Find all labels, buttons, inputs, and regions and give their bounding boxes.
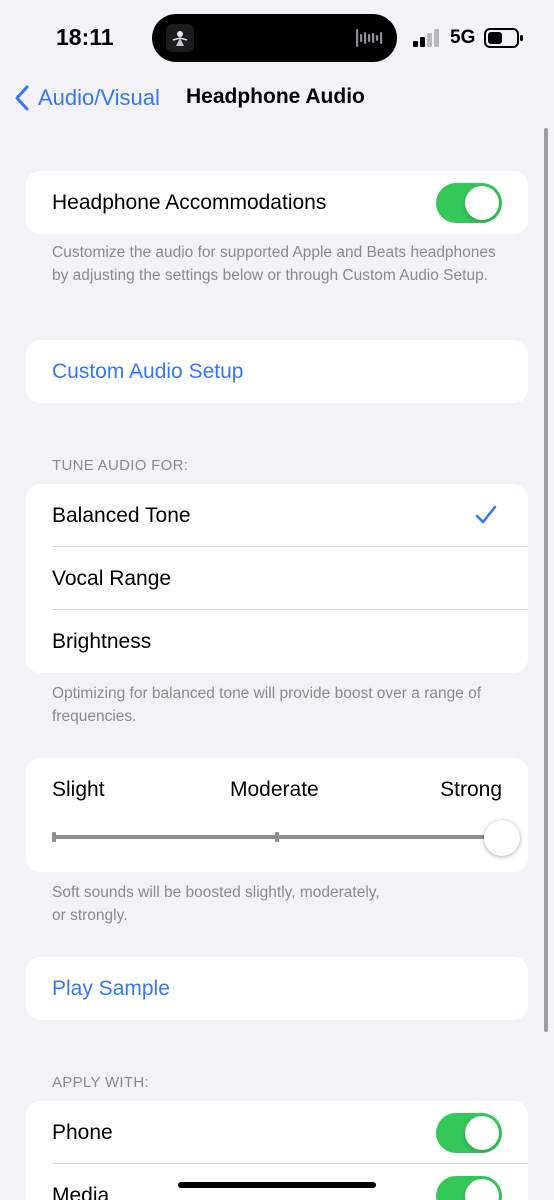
custom-setup-card: Custom Audio Setup: [26, 340, 528, 403]
scrollbar[interactable]: [544, 128, 548, 1032]
tune-header: TUNE AUDIO FOR:: [52, 457, 189, 474]
boost-slider-card: Slight Moderate Strong: [26, 758, 528, 872]
apply-phone-label: Phone: [52, 1120, 113, 1144]
back-button-label: Audio/Visual: [38, 85, 160, 110]
accommodations-row: Headphone Accommodations: [26, 171, 528, 234]
toggle-knob: [465, 1179, 499, 1200]
slider-label-strong: Strong: [440, 778, 502, 801]
home-indicator[interactable]: [178, 1182, 376, 1188]
accommodations-footer: Customize the audio for supported Apple …: [52, 244, 496, 284]
now-playing-artwork-icon: [166, 24, 194, 52]
accommodations-card: Headphone Accommodations: [26, 171, 528, 234]
boost-footer-line-1: Soft sounds will be boosted slightly, mo…: [52, 884, 380, 901]
apply-media-label: Media: [52, 1183, 110, 1200]
boost-slider-thumb[interactable]: [484, 820, 520, 856]
battery-icon: [484, 28, 523, 48]
slider-label-slight: Slight: [52, 778, 105, 801]
slider-tick: [275, 832, 279, 842]
apply-phone-toggle[interactable]: [436, 1113, 502, 1153]
tune-option-vocal-range[interactable]: Vocal Range: [26, 547, 528, 610]
toggle-knob: [465, 186, 499, 220]
apply-with-header: APPLY WITH:: [52, 1074, 149, 1091]
custom-audio-setup-button[interactable]: Custom Audio Setup: [26, 340, 528, 403]
cellular-signal-icon: [413, 29, 439, 47]
tune-option-label: Vocal Range: [52, 566, 172, 590]
tune-footer: Optimizing for balanced tone will provid…: [52, 685, 482, 725]
play-sample-button[interactable]: Play Sample: [26, 957, 528, 1020]
slider-label-moderate: Moderate: [230, 778, 319, 801]
accommodations-toggle[interactable]: [436, 183, 502, 223]
tune-option-label: Brightness: [52, 629, 152, 653]
checkmark-icon: [475, 505, 497, 524]
page-title: Headphone Audio: [186, 85, 365, 108]
toggle-knob: [465, 1116, 499, 1150]
tune-option-balanced-tone[interactable]: Balanced Tone: [26, 484, 528, 547]
dynamic-island[interactable]: [152, 14, 397, 62]
apply-phone-row: Phone: [26, 1101, 528, 1164]
boost-slider-track[interactable]: [52, 832, 502, 842]
slider-tick: [52, 832, 56, 842]
apply-media-toggle[interactable]: [436, 1176, 502, 1200]
back-button[interactable]: Audio/Visual: [14, 82, 160, 114]
tune-option-label: Balanced Tone: [52, 503, 191, 527]
tune-option-brightness[interactable]: Brightness: [26, 610, 528, 673]
network-type: 5G: [450, 27, 476, 48]
audio-waveform-icon: [356, 29, 383, 47]
boost-footer: Soft sounds will be boosted slightly, mo…: [52, 881, 502, 927]
tune-options-card: Balanced Tone Vocal Range Brightness: [26, 484, 528, 673]
chevron-left-icon: [15, 85, 29, 111]
boost-footer-line-2: or strongly.: [52, 907, 128, 924]
status-time: 18:11: [56, 24, 114, 50]
accommodations-label: Headphone Accommodations: [52, 190, 327, 214]
play-sample-card: Play Sample: [26, 957, 528, 1020]
